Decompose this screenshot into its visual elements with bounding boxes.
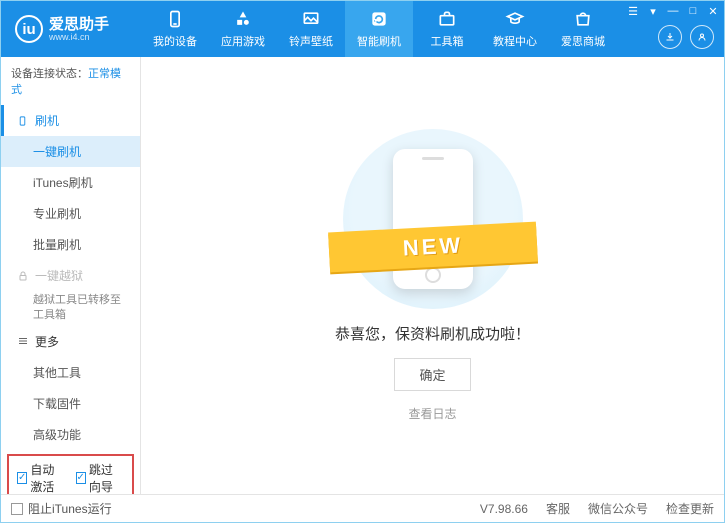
sidebar-item-download-fw[interactable]: 下载固件: [1, 388, 140, 419]
graduation-icon: [505, 9, 525, 29]
tab-tutorials[interactable]: 教程中心: [481, 1, 549, 57]
tab-toolbox[interactable]: 工具箱: [413, 1, 481, 57]
flash-icon: [369, 9, 389, 29]
app-name: 爱思助手: [49, 17, 109, 32]
new-ribbon: NEW: [328, 222, 538, 273]
customer-service-link[interactable]: 客服: [546, 500, 570, 517]
apps-icon: [233, 9, 253, 29]
group-jailbreak[interactable]: 一键越狱: [1, 260, 140, 291]
checkbox-auto-activate[interactable]: ✓自动激活: [17, 461, 66, 494]
more-icon: [16, 335, 29, 348]
sidebar-item-pro-flash[interactable]: 专业刷机: [1, 198, 140, 229]
check-update-link[interactable]: 检查更新: [666, 500, 714, 517]
sidebar-item-other-tools[interactable]: 其他工具: [1, 357, 140, 388]
app-window: iu 爱思助手 www.i4.cn 我的设备 应用游戏 铃声壁纸 智能刷机: [0, 0, 725, 523]
titlebar: iu 爱思助手 www.i4.cn 我的设备 应用游戏 铃声壁纸 智能刷机: [1, 1, 724, 57]
group-flash[interactable]: 刷机: [1, 105, 140, 136]
checkbox-skip-guide[interactable]: ✓跳过向导: [76, 461, 125, 494]
main-panel: NEW 恭喜您，保资料刷机成功啦！ 确定 查看日志: [141, 57, 724, 494]
wechat-link[interactable]: 微信公众号: [588, 500, 648, 517]
options-highlight: ✓自动激活 ✓跳过向导: [7, 454, 134, 494]
phone-small-icon: [16, 114, 29, 127]
body: 设备连接状态：正常模式 刷机 一键刷机 iTunes刷机 专业刷机 批量刷机 一…: [1, 57, 724, 494]
success-illustration: NEW: [343, 129, 523, 309]
sidebar: 设备连接状态：正常模式 刷机 一键刷机 iTunes刷机 专业刷机 批量刷机 一…: [1, 57, 141, 494]
jailbreak-note: 越狱工具已转移至 工具箱: [1, 291, 140, 326]
store-icon: [573, 9, 593, 29]
checkbox-block-itunes[interactable]: [11, 503, 23, 515]
titlebar-actions: [658, 25, 714, 49]
ok-button[interactable]: 确定: [394, 358, 470, 391]
app-url: www.i4.cn: [49, 32, 109, 42]
block-itunes-label: 阻止iTunes运行: [28, 500, 112, 517]
logo-icon: iu: [15, 15, 43, 43]
tab-store[interactable]: 爱思商城: [549, 1, 617, 57]
user-icon[interactable]: [690, 25, 714, 49]
result-panel: NEW 恭喜您，保资料刷机成功啦！ 确定 查看日志: [141, 57, 724, 494]
toolbox-icon: [437, 9, 457, 29]
minimize-icon[interactable]: —: [666, 4, 680, 18]
tab-my-device[interactable]: 我的设备: [141, 1, 209, 57]
phone-icon: [165, 9, 185, 29]
view-log-link[interactable]: 查看日志: [408, 405, 456, 422]
lock-icon: [16, 269, 29, 282]
version-label: V7.98.66: [480, 502, 528, 516]
tab-apps[interactable]: 应用游戏: [209, 1, 277, 57]
tab-flash[interactable]: 智能刷机: [345, 1, 413, 57]
maximize-icon[interactable]: □: [686, 4, 700, 18]
menu-icon[interactable]: ☰: [626, 4, 640, 18]
close-icon[interactable]: ✕: [706, 4, 720, 18]
window-controls: ☰ ▾ — □ ✕: [626, 4, 720, 18]
app-logo: iu 爱思助手 www.i4.cn: [1, 15, 141, 43]
sidebar-item-batch-flash[interactable]: 批量刷机: [1, 229, 140, 260]
device-status: 设备连接状态：正常模式: [1, 57, 140, 105]
download-icon[interactable]: [658, 25, 682, 49]
status-bar: 阻止iTunes运行 V7.98.66 客服 微信公众号 检查更新: [1, 494, 724, 522]
tab-ringtones[interactable]: 铃声壁纸: [277, 1, 345, 57]
sidebar-item-oneclick-flash[interactable]: 一键刷机: [1, 136, 140, 167]
sidebar-item-itunes-flash[interactable]: iTunes刷机: [1, 167, 140, 198]
skin-icon[interactable]: ▾: [646, 4, 660, 18]
success-message: 恭喜您，保资料刷机成功啦！: [335, 323, 530, 344]
sidebar-item-advanced[interactable]: 高级功能: [1, 419, 140, 450]
wallpaper-icon: [301, 9, 321, 29]
group-more[interactable]: 更多: [1, 326, 140, 357]
